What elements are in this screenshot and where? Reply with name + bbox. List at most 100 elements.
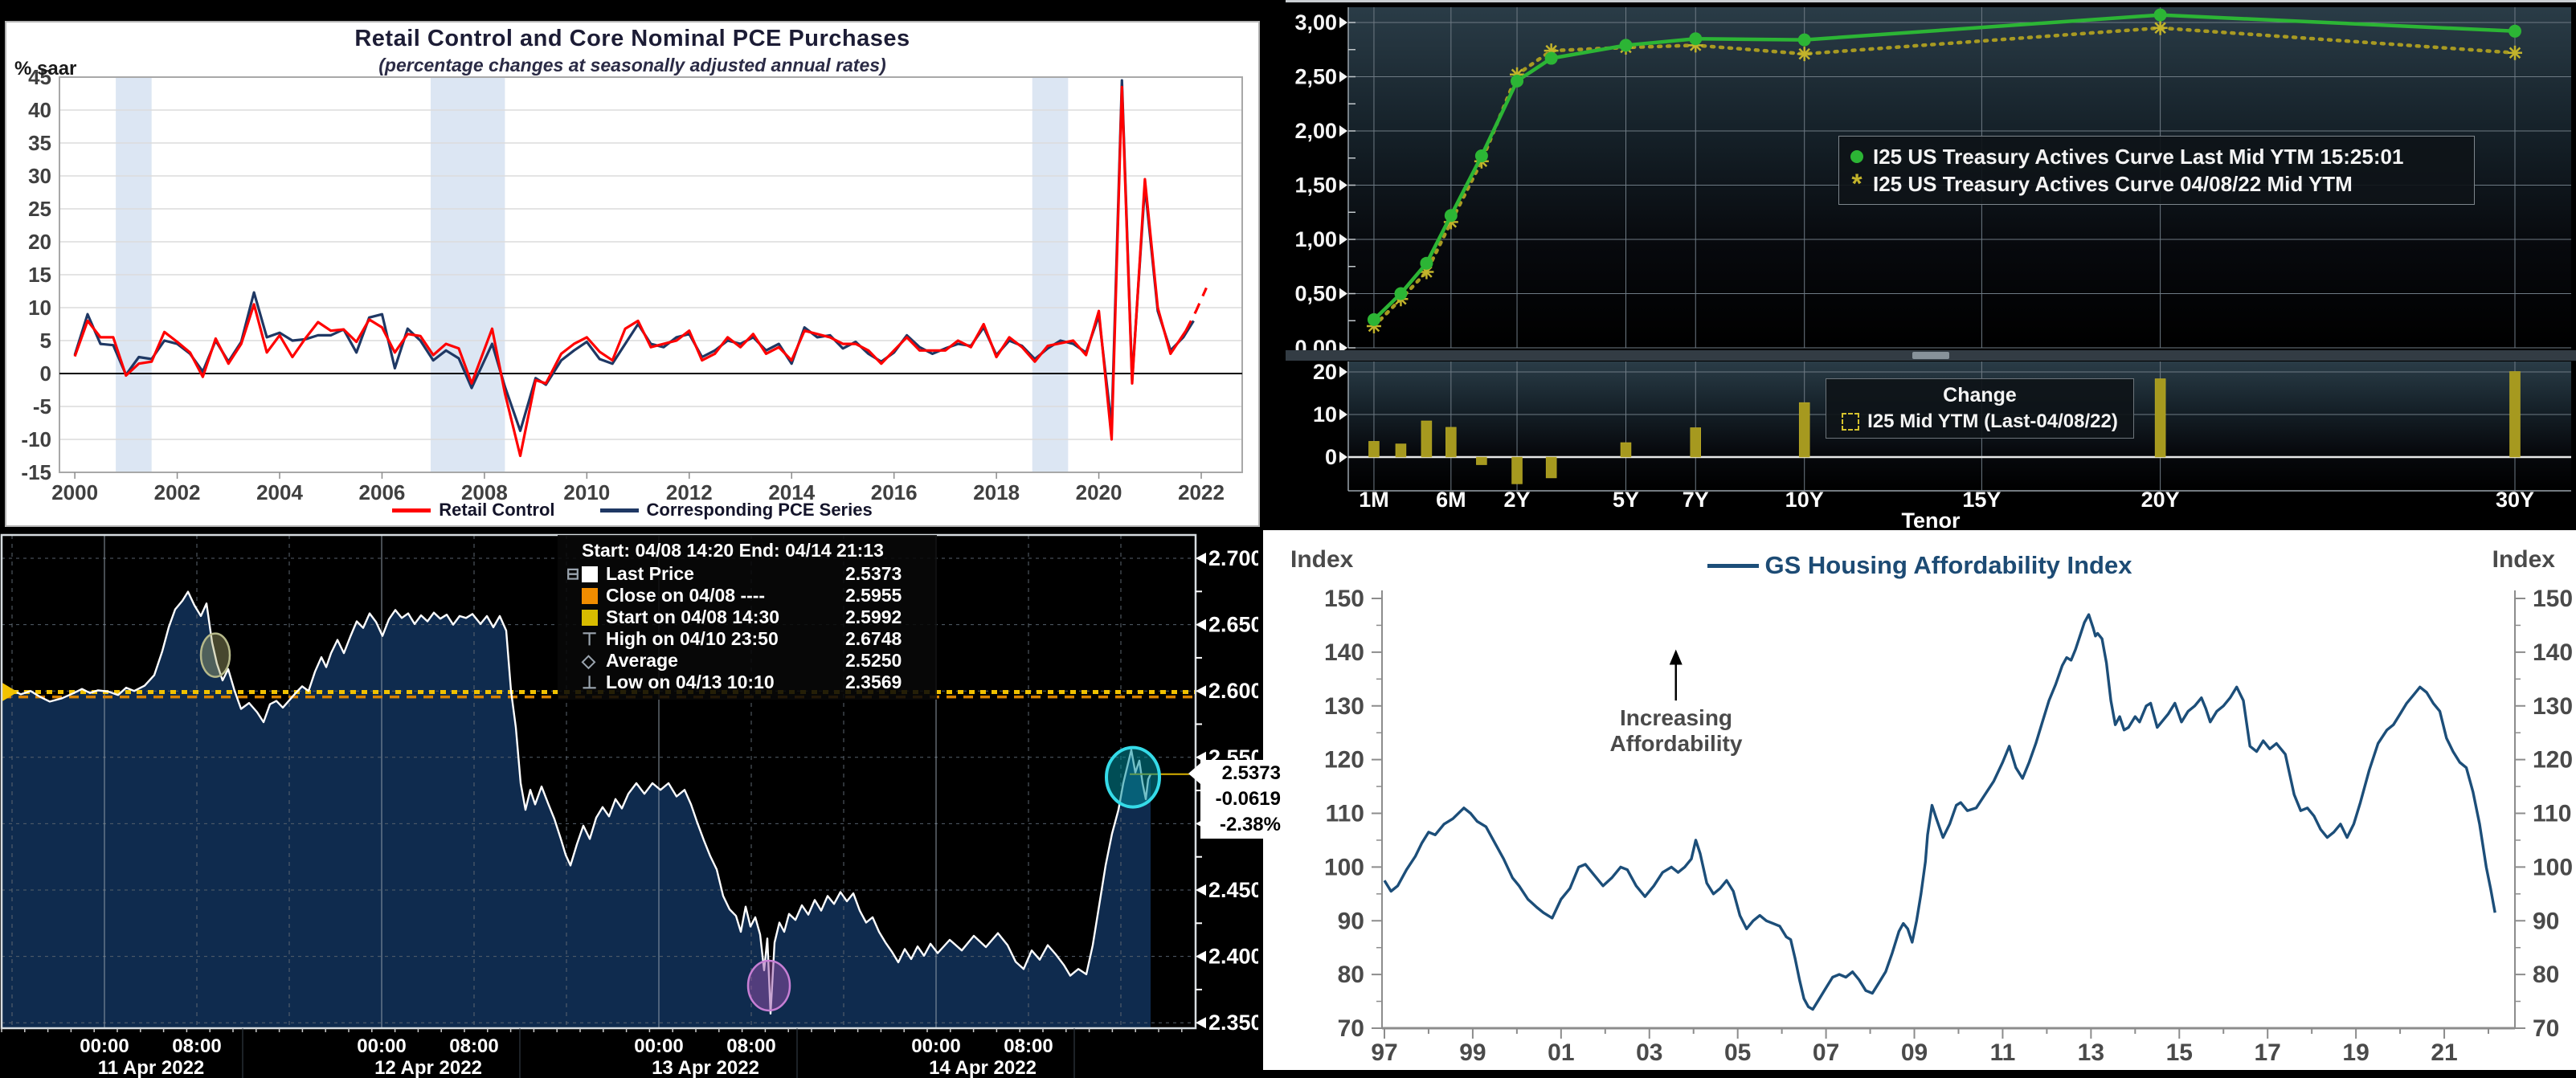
svg-text:140: 140 (2533, 639, 2573, 666)
tooltip-label: Start on 04/08 14:30 (606, 606, 845, 628)
svg-text:08:00: 08:00 (1004, 1035, 1053, 1057)
svg-text:3,00: 3,00 (1294, 10, 1337, 35)
chart-title-legend: GS Housing Affordability Index (1263, 551, 2576, 580)
svg-text:09: 09 (1901, 1039, 1928, 1066)
svg-text:01: 01 (1548, 1039, 1574, 1066)
svg-text:2.7000: 2.7000 (1208, 546, 1258, 570)
svg-text:-10: -10 (21, 427, 51, 451)
svg-text:-15: -15 (21, 460, 51, 484)
retail-pce-plot: 2000200220042006200820102012201420162018… (6, 22, 1258, 525)
legend-row-prior-curve[interactable]: * I25 US Treasury Actives Curve 04/08/22… (1850, 170, 2463, 198)
tooltip-label: Low on 04/13 10:10 (606, 672, 845, 693)
svg-text:40: 40 (28, 98, 51, 122)
tooltip-label: Last Price (606, 563, 845, 585)
svg-text:20: 20 (1313, 360, 1337, 384)
svg-text:10: 10 (28, 296, 51, 320)
svg-text:15: 15 (28, 263, 51, 287)
svg-text:-5: -5 (33, 394, 51, 419)
svg-text:15: 15 (2166, 1039, 2193, 1066)
change-legend[interactable]: Change I25 Mid YTM (Last-04/08/22) (1826, 378, 2134, 439)
svg-text:150: 150 (2533, 586, 2573, 612)
tooltip-row: ⊤High on 04/10 23:502.6748 (564, 628, 929, 650)
svg-text:130: 130 (2533, 693, 2573, 720)
increasing-affordability-annotation: Increasing Affordability (1588, 705, 1764, 757)
pce-series-line-swatch (600, 508, 639, 512)
svg-text:2,00: 2,00 (1294, 119, 1337, 143)
svg-text:1,00: 1,00 (1294, 227, 1337, 251)
net-change-value: -0.0619 (1204, 786, 1281, 812)
treasury-curve-panel: 3,002,502,001,501,000,500,00201001M6M2Y5… (1286, 0, 2576, 530)
svg-text:19: 19 (2342, 1039, 2369, 1066)
tooltip-label: Close on 04/08 ---- (606, 585, 845, 606)
tooltip-row: Close on 04/08 ----2.5955 (564, 585, 929, 606)
color-swatch-icon (582, 566, 606, 582)
dashed-bar-swatch-icon (1842, 413, 1859, 431)
svg-text:08:00: 08:00 (172, 1035, 221, 1057)
collapse-icon[interactable]: ⊟ (564, 564, 582, 584)
right-axis-title: Index (2492, 546, 2555, 574)
tooltip-value: 2.3569 (845, 672, 929, 693)
svg-text:150: 150 (1324, 586, 1364, 612)
last-price-bubble: 2.5373 -0.0619 -2.38% (1200, 760, 1284, 839)
tooltip-value: 2.5992 (845, 606, 929, 628)
svg-text:00:00: 00:00 (634, 1035, 683, 1057)
svg-text:2.4000: 2.4000 (1208, 945, 1258, 969)
y-axis-label: % saar (14, 58, 76, 80)
chart-tooltip[interactable]: Start: 04/08 14:20 End: 04/14 21:13 ⊟Las… (558, 535, 937, 700)
svg-text:120: 120 (2533, 747, 2573, 774)
svg-text:0,50: 0,50 (1294, 282, 1337, 306)
tooltip-row: ⊥Low on 04/13 10:102.3569 (564, 672, 929, 693)
bubble-arrow-icon (1188, 763, 1200, 784)
svg-text:17: 17 (2255, 1039, 2281, 1066)
svg-text:13: 13 (2078, 1039, 2104, 1066)
svg-text:120: 120 (1324, 747, 1364, 774)
svg-text:05: 05 (1724, 1039, 1751, 1066)
chart-title: GS Housing Affordability Index (1765, 551, 2132, 580)
svg-text:20: 20 (28, 230, 51, 254)
svg-text:30: 30 (28, 164, 51, 188)
svg-text:130: 130 (1324, 693, 1364, 720)
housing-line-swatch (1707, 564, 1759, 568)
svg-text:2.3500: 2.3500 (1208, 1011, 1258, 1035)
high-marker-icon: ⊤ (582, 629, 606, 650)
retail-pce-chart-panel: 2000200220042006200820102012201420162018… (5, 21, 1260, 527)
tooltip-value: 2.5250 (845, 650, 929, 672)
svg-text:00:00: 00:00 (80, 1035, 129, 1057)
left-axis-title: Index (1290, 546, 1353, 574)
tooltip-row: Start on 04/08 14:302.5992 (564, 606, 929, 628)
svg-text:70: 70 (2533, 1015, 2559, 1042)
legend-label-prior-curve: I25 US Treasury Actives Curve 04/08/22 M… (1873, 172, 2353, 197)
svg-text:80: 80 (1338, 962, 1364, 988)
color-swatch-icon (582, 588, 606, 604)
svg-text:21: 21 (2431, 1039, 2457, 1066)
svg-text:03: 03 (1636, 1039, 1662, 1066)
legend-row-last-curve[interactable]: I25 US Treasury Actives Curve Last Mid Y… (1850, 143, 2463, 170)
green-dot-icon (1850, 150, 1863, 163)
chart-subtitle: (percentage changes at seasonally adjust… (6, 55, 1258, 76)
curve-legend[interactable]: I25 US Treasury Actives Curve Last Mid Y… (1838, 136, 2475, 205)
legend-item-retail-control: Retail Control (392, 500, 554, 521)
change-legend-label: I25 Mid YTM (Last-04/08/22) (1867, 410, 2118, 433)
svg-text:14 Apr 2022: 14 Apr 2022 (929, 1057, 1037, 1078)
svg-text:08:00: 08:00 (449, 1035, 498, 1057)
svg-text:2.6000: 2.6000 (1208, 679, 1258, 703)
treasury-curve-plot: 3,002,502,001,501,000,500,00201001M6M2Y5… (1286, 2, 2576, 530)
tooltip-value: 2.6748 (845, 628, 929, 650)
svg-text:100: 100 (2533, 854, 2573, 880)
tooltip-value: 2.5373 (845, 563, 929, 585)
asterisk-marker-icon: * (1850, 178, 1863, 190)
tooltip-row: ⊟ Last Price2.5373 (564, 563, 929, 585)
svg-text:07: 07 (1813, 1039, 1839, 1066)
intraday-price-panel: 2.70002.65002.60002.55002.50002.45002.40… (0, 529, 1286, 1078)
tooltip-label: High on 04/10 23:50 (606, 628, 845, 650)
last-price-value: 2.5373 (1204, 761, 1281, 786)
svg-text:90: 90 (2533, 908, 2559, 934)
avg-marker-icon: ◇ (582, 651, 606, 672)
svg-text:13 Apr 2022: 13 Apr 2022 (652, 1057, 759, 1078)
pct-change-value: -2.38% (1204, 812, 1281, 838)
svg-text:10: 10 (1313, 402, 1337, 427)
svg-text:0: 0 (40, 361, 51, 386)
legend-item-pce-series: Corresponding PCE Series (600, 500, 873, 521)
svg-text:0: 0 (1325, 445, 1337, 469)
svg-text:2.4500: 2.4500 (1208, 878, 1258, 902)
